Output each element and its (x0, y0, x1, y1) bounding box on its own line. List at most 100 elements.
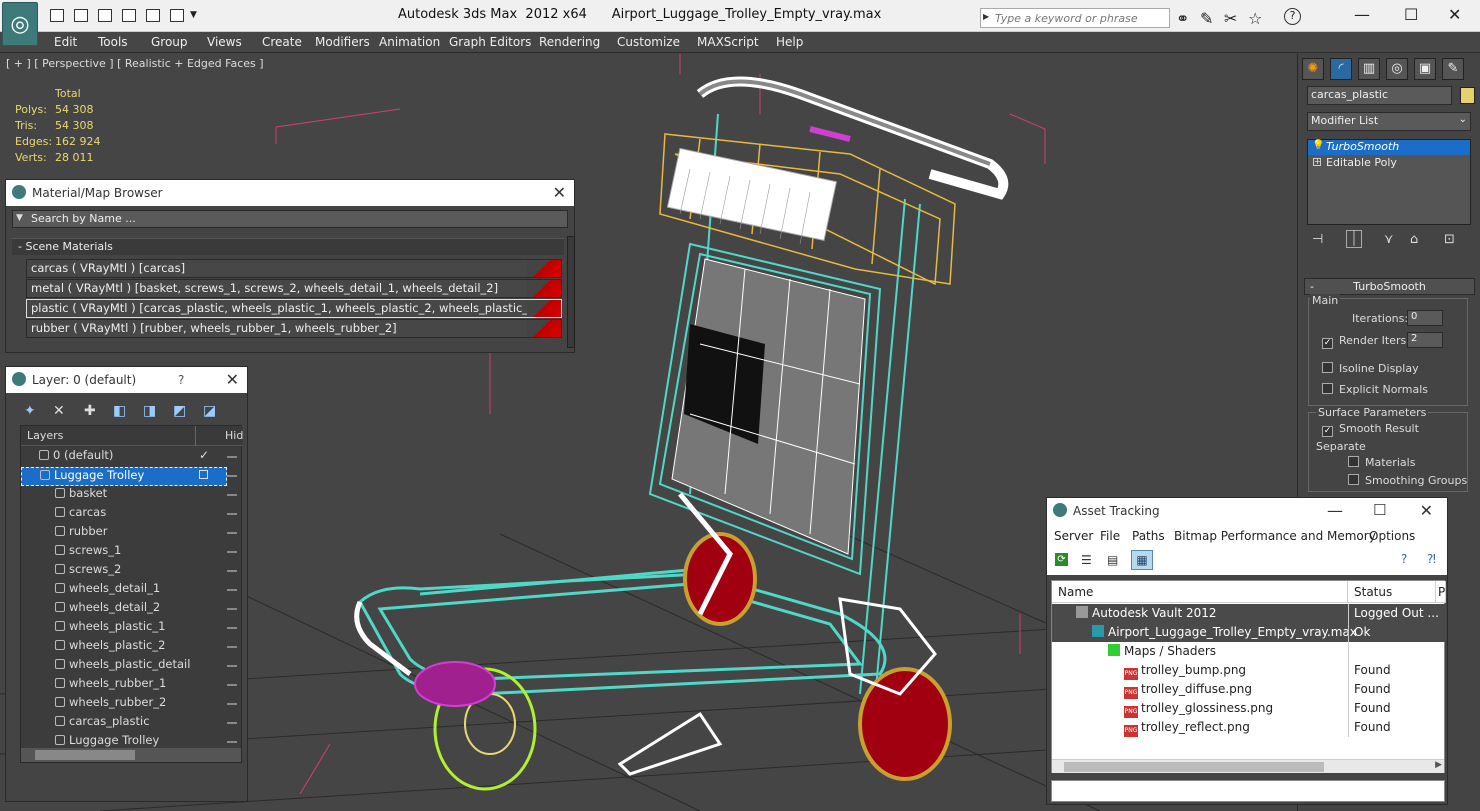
create-layer-icon[interactable]: ✦ (24, 403, 36, 419)
separate-materials-checkbox[interactable] (1348, 456, 1359, 467)
menu-create[interactable]: Create (262, 35, 302, 49)
object-row[interactable]: wheels_detail_2 (21, 600, 227, 619)
column-path[interactable]: P (1436, 581, 1446, 603)
current-layer-check-icon[interactable]: ✓ (199, 448, 209, 462)
configure-sets-icon[interactable]: ⊡ (1444, 232, 1455, 247)
menu-maxscript[interactable]: MAXScript (697, 35, 759, 49)
asset-grid[interactable]: Name Status P Autodesk Vault 2012 Logged … (1051, 580, 1446, 773)
object-row[interactable]: carcas_plastic (21, 714, 227, 733)
asset-row[interactable]: PNG trolley_diffuse.png Found (1052, 680, 1446, 699)
make-current-icon[interactable] (199, 470, 208, 479)
explicit-normals-checkbox[interactable] (1322, 383, 1333, 394)
hide-toggle[interactable] (227, 741, 237, 743)
asset-tracking-titlebar[interactable]: Asset Tracking — ☐ ✕ (1047, 498, 1447, 525)
asset-horizontal-scrollbar[interactable]: ▶ (1052, 759, 1444, 773)
maximize-button[interactable]: ☐ (1404, 5, 1418, 24)
remove-modifier-icon[interactable]: ⌂ (1410, 232, 1418, 247)
object-row[interactable]: carcas (21, 505, 227, 524)
object-name-field[interactable]: carcas_plastic (1307, 86, 1452, 105)
list-view-icon[interactable]: ☰ (1081, 553, 1092, 567)
hide-toggle[interactable] (227, 684, 237, 686)
undo-icon[interactable] (98, 9, 112, 22)
modifier-list-dropdown[interactable]: Modifier List ⌄ (1307, 112, 1471, 131)
highlight-layer-icon[interactable]: ◨ (143, 403, 156, 419)
asset-row[interactable]: Maps / Shaders (1052, 642, 1446, 661)
app-logo-icon[interactable]: ◎ (2, 2, 38, 46)
hide-toggle[interactable] (227, 494, 237, 496)
render-iters-checkbox[interactable]: ✓ (1322, 338, 1333, 349)
menu-options[interactable]: Options (1369, 529, 1415, 543)
material-scrollbar[interactable] (567, 236, 575, 348)
asset-path-field[interactable] (1051, 780, 1445, 802)
object-color-swatch[interactable] (1460, 87, 1475, 104)
help-icon[interactable]: ? (1401, 552, 1407, 566)
hide-toggle[interactable] (227, 665, 237, 667)
column-name[interactable]: Name (1052, 581, 1348, 603)
modify-tab-icon[interactable]: ◜ (1330, 58, 1352, 80)
help-icon[interactable]: ? (178, 373, 184, 387)
object-row[interactable]: wheels_rubber_2 (21, 695, 227, 714)
menu-rendering[interactable]: Rendering (539, 35, 600, 49)
isoline-display-checkbox[interactable] (1322, 362, 1333, 373)
object-row[interactable]: screws_1 (21, 543, 227, 562)
column-status[interactable]: Status (1348, 581, 1436, 603)
menu-help[interactable]: Help (776, 35, 803, 49)
modifier-stack[interactable]: 💡 TurboSmooth + Editable Poly (1307, 139, 1471, 225)
close-icon[interactable]: ✕ (1420, 501, 1433, 520)
delete-layer-icon[interactable]: ✕ (53, 403, 65, 419)
material-row-rubber[interactable]: rubber ( VRayMtl ) [rubber, wheels_rubbe… (26, 319, 562, 338)
hide-toggle[interactable] (227, 551, 237, 553)
hide-toggle[interactable] (227, 703, 237, 705)
pin-stack-icon[interactable]: ⊣ (1312, 232, 1323, 247)
menu-modifiers[interactable]: Modifiers (315, 35, 370, 49)
layer-horizontal-scrollbar[interactable] (21, 748, 241, 762)
iterations-spinner[interactable]: 0 (1407, 310, 1443, 326)
binoculars-icon[interactable]: ⚭ (1176, 9, 1189, 28)
menu-bitmap-performance[interactable]: Bitmap Performance and Memory (1174, 529, 1376, 543)
add-to-layer-icon[interactable]: ✚ (84, 403, 96, 419)
material-row-carcas[interactable]: carcas ( VRayMtl ) [carcas] (26, 259, 562, 278)
column-layers[interactable]: Layers (27, 429, 63, 442)
stack-item-turbosmooth[interactable]: 💡 TurboSmooth (1308, 140, 1470, 155)
menu-group[interactable]: Group (151, 35, 188, 49)
object-row[interactable]: wheels_rubber_1 (21, 676, 227, 695)
menu-graph-editors[interactable]: Graph Editors (449, 35, 531, 49)
open-icon[interactable] (50, 9, 64, 22)
object-row[interactable]: wheels_detail_1 (21, 581, 227, 600)
layer-row[interactable]: 0 (default) (21, 448, 227, 467)
object-row[interactable]: basket (21, 486, 227, 505)
maximize-button[interactable]: ☐ (1373, 501, 1386, 519)
table-view-icon[interactable]: ▤ (1107, 553, 1118, 567)
column-hide[interactable]: Hid (225, 429, 243, 442)
window-icon[interactable] (146, 9, 160, 22)
layer-row[interactable]: Luggage Trolley (21, 467, 227, 486)
hide-toggle[interactable] (227, 513, 237, 515)
make-unique-icon[interactable]: ⋎ (1384, 232, 1394, 247)
redo-icon[interactable] (170, 9, 184, 22)
hide-toggle[interactable] (227, 570, 237, 572)
object-row[interactable]: rubber (21, 524, 227, 543)
asset-row[interactable]: Autodesk Vault 2012 Logged Out ... (1052, 604, 1446, 623)
menu-views[interactable]: Views (207, 35, 242, 49)
hide-toggle[interactable] (227, 646, 237, 648)
minimize-button[interactable]: — (1327, 501, 1343, 520)
smooth-result-checkbox[interactable]: ✓ (1322, 426, 1333, 437)
hide-toggle[interactable] (227, 608, 237, 610)
hierarchy-tab-icon[interactable]: ▥ (1358, 58, 1380, 80)
motion-tab-icon[interactable]: ◎ (1386, 58, 1408, 80)
freeze-all-icon[interactable]: ◪ (203, 403, 216, 419)
menu-edit[interactable]: Edit (54, 35, 77, 49)
close-icon[interactable]: ✕ (553, 183, 566, 202)
scene-materials-header[interactable]: - Scene Materials (12, 238, 564, 255)
menu-customize[interactable]: Customize (617, 35, 680, 49)
material-search-input[interactable]: Search by Name ... (12, 210, 568, 228)
hide-all-icon[interactable]: ◩ (173, 403, 186, 419)
star-icon[interactable]: ☆ (1248, 9, 1262, 28)
context-help-icon[interactable]: ⁈ (1427, 552, 1436, 566)
menu-server[interactable]: Server (1054, 529, 1093, 543)
hide-toggle[interactable] (227, 475, 237, 477)
minimize-button[interactable]: — (1354, 5, 1370, 24)
object-row[interactable]: wheels_plastic_detail (21, 657, 227, 676)
select-objects-icon[interactable]: ◧ (113, 403, 126, 419)
hide-toggle[interactable] (227, 532, 237, 534)
